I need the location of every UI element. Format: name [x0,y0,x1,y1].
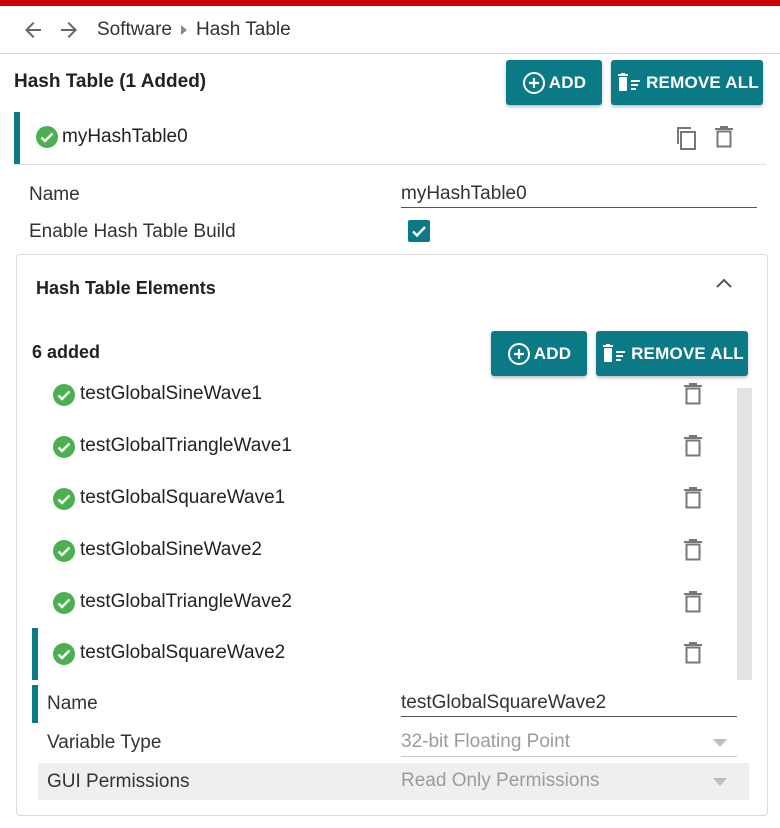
copy-icon[interactable] [674,124,700,152]
chevron-up-icon[interactable] [713,274,735,294]
back-arrow-icon[interactable] [15,12,51,48]
trash-icon[interactable] [682,485,704,511]
name-label: Name [29,184,80,205]
list-item-testglobalsquarewave1[interactable]: testGlobalSquareWave1 [32,473,732,525]
list-item-testglobalsquarewave2[interactable]: testGlobalSquareWave2 [32,628,732,680]
trash-icon[interactable] [682,433,704,459]
check-circle-icon [53,436,75,458]
trash-icon[interactable] [682,537,704,563]
check-circle-icon [36,126,58,148]
instance-name: myHashTable0 [62,126,188,147]
breadcrumb-item-software[interactable]: Software [97,19,172,41]
remove-all-button-label: REMOVE ALL [646,72,759,92]
add-button-label: ADD [548,72,587,92]
detail-indicator-bar [32,685,38,723]
forward-arrow-icon[interactable] [51,12,87,48]
dropdown-arrow-icon [713,739,727,747]
check-circle-icon [53,384,75,406]
variable-type-value: 32-bit Floating Point [401,731,570,752]
list-item-label: testGlobalSineWave1 [80,383,263,404]
name-field[interactable]: myHashTable0 [401,183,757,208]
variable-type-label: Variable Type [47,732,162,753]
list-item-label: testGlobalTriangleWave1 [80,435,292,456]
trash-icon[interactable] [682,381,704,407]
list-item-label: testGlobalTriangleWave2 [80,591,292,612]
variable-type-select[interactable]: 32-bit Floating Point [401,731,737,757]
breadcrumb-item-hash-table[interactable]: Hash Table [196,19,291,41]
remove-all-button[interactable]: REMOVE ALL [611,60,763,105]
enable-hash-table-build-checkbox[interactable] [408,220,430,242]
dropdown-arrow-icon [713,778,727,786]
add-button[interactable]: ADD [506,60,602,105]
add-element-button-label: ADD [533,343,572,363]
list-scrollbar[interactable] [737,388,752,680]
page-title: Hash Table (1 Added) [14,71,207,92]
enable-hash-table-build-label: Enable Hash Table Build [29,221,236,242]
breadcrumb-separator-icon [180,24,188,36]
trash-icon[interactable] [682,640,704,666]
gui-permissions-select[interactable]: Read Only Permissions [401,770,737,795]
list-item-testglobaltrianglewave2[interactable]: testGlobalTriangleWave2 [32,577,732,629]
check-circle-icon [53,592,75,614]
list-item-label: testGlobalSquareWave1 [80,487,286,508]
element-name-label: Name [47,693,98,714]
selected-indicator-bar [32,628,38,680]
breadcrumb: Software Hash Table [0,6,780,54]
delete-sweep-icon [603,343,626,362]
list-item-testglobalsinewave1[interactable]: testGlobalSineWave1 [32,369,732,421]
trash-icon[interactable] [682,589,704,615]
list-item-testglobaltrianglewave1[interactable]: testGlobalTriangleWave1 [32,421,732,473]
check-circle-icon [53,488,75,510]
trash-icon[interactable] [713,124,735,150]
section-title: Hash Table Elements [36,278,216,298]
instance-row-myhashtable0[interactable]: myHashTable0 [14,112,766,165]
delete-sweep-icon [618,72,641,91]
check-circle-icon [53,643,75,665]
list-item-testglobalsinewave2[interactable]: testGlobalSineWave2 [32,525,732,577]
gui-permissions-label: GUI Permissions [47,771,190,792]
check-circle-icon [53,540,75,562]
element-name-field[interactable]: testGlobalSquareWave2 [401,692,737,717]
gui-permissions-value: Read Only Permissions [401,770,600,791]
add-circle-icon [507,342,530,365]
list-item-label: testGlobalSquareWave2 [80,642,286,663]
checkmark-icon [412,226,426,238]
elements-count: 6 added [32,342,101,362]
remove-all-elements-button-label: REMOVE ALL [631,343,744,363]
add-circle-icon [522,71,545,94]
list-item-label: testGlobalSineWave2 [80,539,263,560]
selected-indicator-bar [14,112,20,164]
